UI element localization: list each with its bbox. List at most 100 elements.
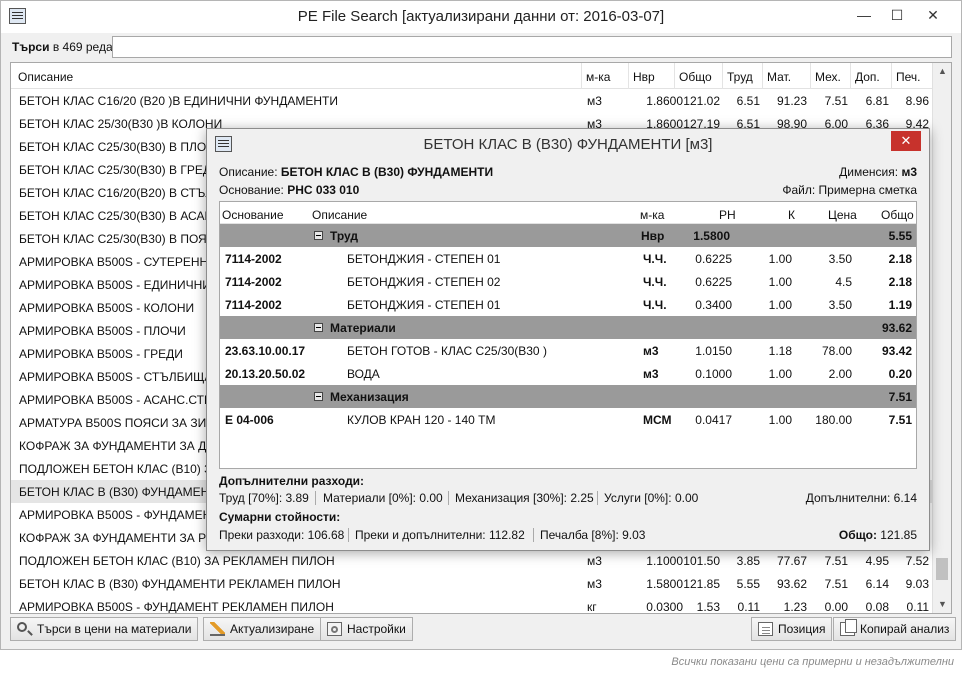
a-col-desc[interactable]: Описание (312, 208, 367, 222)
item-rn: 0.1000 (695, 367, 732, 381)
col-header-profit[interactable]: Печ. (891, 63, 921, 89)
dialog-desc-line: Описание: БЕТОН КЛАС В (В30) ФУНДАМЕНТИ (219, 165, 493, 179)
extra-mat: Материали [0%]: 0.00 (323, 491, 443, 505)
copy-analysis-button[interactable]: Копирай анализ (833, 617, 957, 641)
collapse-icon[interactable] (314, 392, 323, 401)
settings-button[interactable]: Настройки (320, 617, 413, 641)
collapse-icon[interactable] (314, 323, 323, 332)
footer-note: Всички показани цени са примерни и незад… (671, 656, 954, 668)
row-profit: 0.11 (906, 600, 929, 614)
a-col-basis[interactable]: Основание (222, 208, 284, 222)
totals-direct-label: Преки разходи: (219, 528, 305, 542)
analysis-item-row[interactable]: 23.63.10.00.17 БЕТОН ГОТОВ - КЛАС С25/30(… (220, 339, 916, 362)
basis-label: Основание: (219, 183, 284, 197)
item-basis: 20.13.20.50.02 (225, 367, 306, 381)
vertical-scrollbar[interactable]: ▲ ▼ (932, 63, 951, 613)
row-mech: 7.51 (824, 577, 848, 591)
document-icon (758, 622, 773, 636)
row-mat: 1.23 (783, 600, 807, 614)
scroll-down-icon[interactable]: ▼ (933, 596, 951, 613)
extra-add-value: 6.14 (893, 491, 917, 505)
totals-profit-value: 9.03 (622, 528, 646, 542)
position-button[interactable]: Позиция (751, 617, 833, 641)
table-row[interactable]: БЕТОН КЛАС В (В30) ФУНДАМЕНТИ РЕКЛАМЕН П… (11, 572, 933, 595)
scroll-up-icon[interactable]: ▲ (933, 63, 951, 80)
col-header-mech[interactable]: Мех. (810, 63, 841, 89)
dialog-basis-line: Основание: РНС 033 010 (219, 183, 359, 197)
dialog-close-button[interactable]: ✕ (891, 131, 921, 151)
analysis-item-row[interactable]: 7114-2002 БЕТОНДЖИЯ - СТЕПЕН 02 Ч.Ч. 0.6225… (220, 270, 916, 293)
group-name: Материали (330, 321, 396, 335)
analysis-item-row[interactable]: 20.13.20.50.02 ВОДА м3 0.1000 1.00 2.00 0.20 (220, 362, 916, 385)
dialog-file-line: Файл: Примерна сметка (782, 183, 917, 197)
file-label: Файл: (782, 183, 816, 197)
dialog-title-bar[interactable]: БЕТОН КЛАС В (В30) ФУНДАМЕНТИ [м3] ✕ (207, 129, 929, 159)
table-row[interactable]: БЕТОН КЛАС С16/20 (В20 )В ЕДИНИЧНИ ФУНДА… (11, 89, 933, 112)
row-mat: 77.67 (776, 554, 807, 568)
item-k: 1.00 (768, 413, 792, 427)
update-label: Актуализиране (230, 622, 315, 636)
item-basis: Е 04-006 (225, 413, 274, 427)
totals-total: Общо: 121.85 (839, 528, 917, 542)
analysis-item-row[interactable]: Е 04-006 КУЛОВ КРАН 120 - 140 ТМ МСМ 0.0417… (220, 408, 916, 431)
extra-mat-label: Материали [0%]: (323, 491, 417, 505)
collapse-icon[interactable] (314, 231, 323, 240)
col-header-desc[interactable]: Описание (18, 70, 73, 84)
table-row[interactable]: АРМИРОВКА В500S - ФУНДАМЕНТ РЕКЛАМЕН ПИЛ… (11, 595, 933, 614)
search-input[interactable] (112, 36, 952, 58)
a-col-total[interactable]: Общо (881, 208, 914, 222)
scroll-thumb[interactable] (936, 558, 948, 580)
col-header-unit[interactable]: м-ка (581, 63, 610, 89)
item-k: 1.00 (768, 367, 792, 381)
minimize-button[interactable]: — (851, 3, 877, 27)
a-col-k[interactable]: К (788, 208, 795, 222)
a-col-rn[interactable]: РН (719, 208, 736, 222)
item-basis: 7114-2002 (225, 298, 282, 312)
row-unit: м3 (587, 554, 602, 568)
item-basis: 23.63.10.00.17 (225, 344, 306, 358)
analysis-item-row[interactable]: 7114-2002 БЕТОНДЖИЯ - СТЕПЕН 01 Ч.Ч. 0.3400… (220, 293, 916, 316)
search-materials-button[interactable]: Търси в цени на материали (10, 617, 199, 641)
totals-direct-value: 106.68 (307, 528, 345, 542)
search-materials-label: Търси в цени на материали (37, 622, 192, 636)
item-rn: 0.6225 (695, 275, 732, 289)
row-profit: 8.96 (905, 94, 929, 108)
row-unit: кг (587, 600, 597, 614)
col-header-nvr[interactable]: Нвр (628, 63, 655, 89)
group-row[interactable]: Механизация 7.51 (220, 385, 916, 408)
row-profit: 9.03 (905, 577, 929, 591)
divider (315, 491, 316, 505)
col-header-total[interactable]: Общо (674, 63, 712, 89)
divider (597, 491, 598, 505)
analysis-table: Основание Описание м-ка РН К Цена Общо Т… (219, 201, 917, 469)
totals-direct-add: Преки и допълнителни: 112.82 (355, 528, 525, 542)
row-unit: м3 (587, 94, 602, 108)
row-add: 6.14 (865, 577, 889, 591)
extra-serv-label: Услуги [0%]: (604, 491, 672, 505)
row-mat: 91.23 (776, 94, 807, 108)
title-bar[interactable]: PE File Search [актуализирани данни от: … (1, 1, 961, 33)
maximize-button[interactable]: ☐ (884, 3, 910, 27)
col-header-mat[interactable]: Мат. (762, 63, 791, 89)
row-profit: 7.52 (905, 554, 929, 568)
extra-labor: Труд [70%]: 3.89 (219, 491, 309, 505)
item-k: 1.00 (768, 252, 792, 266)
update-button[interactable]: Актуализиране (203, 617, 322, 641)
group-row[interactable]: Материали 93.62 (220, 316, 916, 339)
divider (348, 528, 349, 542)
a-col-price[interactable]: Цена (828, 208, 857, 222)
dim-label: Дименсия: (839, 165, 899, 179)
group-row[interactable]: Труд Нвр 1.5800 5.55 (220, 224, 916, 247)
col-header-labor[interactable]: Труд (722, 63, 753, 89)
table-row[interactable]: ПОДЛОЖЕН БЕТОН КЛАС (В10) ЗА РЕКЛАМЕН ПИ… (11, 549, 933, 572)
dim-value: м3 (901, 165, 917, 179)
item-desc: БЕТОНДЖИЯ - СТЕПЕН 02 (347, 275, 501, 289)
analysis-item-row[interactable]: 7114-2002 БЕТОНДЖИЯ - СТЕПЕН 01 Ч.Ч. 0.6225… (220, 247, 916, 270)
item-k: 1.18 (768, 344, 792, 358)
col-header-add[interactable]: Доп. (850, 63, 880, 89)
close-button[interactable]: ✕ (920, 3, 946, 27)
row-labor: 0.11 (737, 600, 760, 614)
a-col-unit[interactable]: м-ка (640, 208, 664, 222)
file-value: Примерна сметка (818, 183, 917, 197)
position-label: Позиция (778, 622, 826, 636)
